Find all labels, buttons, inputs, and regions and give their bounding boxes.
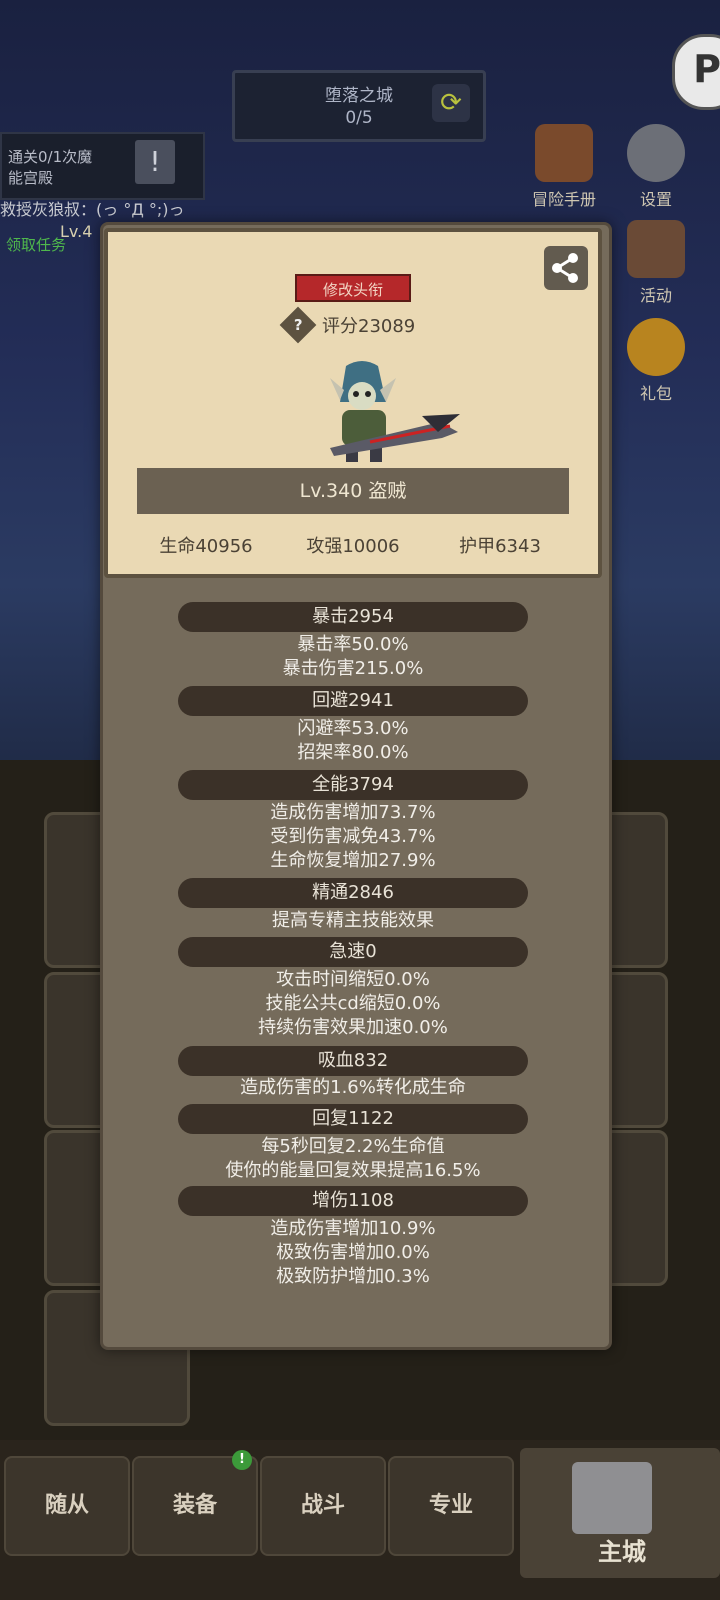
- stat-detail: 造成伤害增加73.7%: [270, 802, 436, 823]
- stat-category-regen: 回复1122: [178, 1104, 528, 1134]
- stat-detail: 攻击时间缩短0.0%: [276, 969, 430, 990]
- tab-equipment[interactable]: 装备: [132, 1456, 258, 1556]
- stat-category-haste: 急速0: [178, 937, 528, 967]
- main-city-label: 主城: [598, 1538, 646, 1566]
- notification-badge: !: [232, 1450, 252, 1470]
- share-icon[interactable]: [544, 246, 588, 290]
- tab-profession[interactable]: 专业: [388, 1456, 514, 1556]
- stat-detail: 造成伤害的1.6%转化成生命: [240, 1077, 466, 1098]
- quest-level: Lv.4: [60, 222, 93, 241]
- stat-category-versatility: 全能3794: [178, 770, 528, 800]
- stat-category-dodge: 回避2941: [178, 686, 528, 716]
- stat-detail: 暴击率50.0%: [297, 634, 409, 655]
- stat-hp: 生命40956: [159, 536, 253, 557]
- stat-detail: 受到伤害减免43.7%: [270, 826, 436, 847]
- calendar-icon: [627, 220, 685, 278]
- stat-detail: 暴击伤害215.0%: [282, 658, 424, 679]
- stat-category-mastery: 精通2846: [178, 878, 528, 908]
- side-label: 礼包: [639, 384, 672, 403]
- tab-battle[interactable]: 战斗: [260, 1456, 386, 1556]
- stat-category-lifesteal: 吸血832: [178, 1046, 528, 1076]
- stat-detail: 提高专精主技能效果: [272, 910, 434, 931]
- side-label: 冒险手册: [531, 190, 596, 209]
- gear-icon: [627, 124, 685, 182]
- stat-detail: 极致伤害增加0.0%: [276, 1242, 430, 1263]
- level-class-bar: Lv.340 盗贼: [137, 468, 569, 514]
- side-btn-settings[interactable]: 设置: [620, 124, 692, 210]
- gift-icon: [627, 318, 685, 376]
- stat-armor: 护甲6343: [459, 536, 541, 557]
- stat-detail: 生命恢复增加27.9%: [270, 850, 436, 871]
- stat-detail: 极致防护增加0.3%: [276, 1266, 430, 1287]
- stat-detail: 使你的能量回复效果提高16.5%: [225, 1160, 481, 1181]
- quest-line2: 救授灰狼叔：(っ °Д °;)っ: [0, 200, 185, 219]
- character-avatar: [300, 356, 466, 468]
- side-label: 活动: [639, 286, 672, 305]
- stat-category-crit: 暴击2954: [178, 602, 528, 632]
- quest-claim-link[interactable]: 领取任务: [6, 234, 66, 255]
- exclamation-icon: !: [135, 140, 175, 184]
- stat-detail: 每5秒回复2.2%生命值: [261, 1136, 445, 1157]
- edit-title-button[interactable]: 修改头衔: [295, 274, 411, 302]
- side-btn-handbook[interactable]: 冒险手册: [528, 124, 600, 210]
- tab-followers[interactable]: 随从: [4, 1456, 130, 1556]
- side-btn-gifts[interactable]: 礼包: [620, 318, 692, 404]
- stat-detail: 闪避率53.0%: [297, 718, 409, 739]
- refresh-icon[interactable]: ⟳: [432, 84, 470, 122]
- stat-category-damage-bonus: 增伤1108: [178, 1186, 528, 1216]
- stat-detail: 招架率80.0%: [297, 742, 409, 763]
- side-label: 设置: [639, 190, 672, 209]
- stat-attack: 攻强10006: [306, 536, 400, 557]
- profile-badge-icon[interactable]: P: [672, 34, 720, 110]
- castle-icon: [572, 1462, 652, 1534]
- book-icon: [535, 124, 593, 182]
- score-value: 评分23089: [322, 316, 416, 337]
- side-btn-events[interactable]: 活动: [620, 220, 692, 306]
- stat-detail: 技能公共cd缩短0.0%: [265, 993, 441, 1014]
- stat-detail: 造成伤害增加10.9%: [270, 1218, 436, 1239]
- stat-detail: 持续伤害效果加速0.0%: [258, 1017, 448, 1038]
